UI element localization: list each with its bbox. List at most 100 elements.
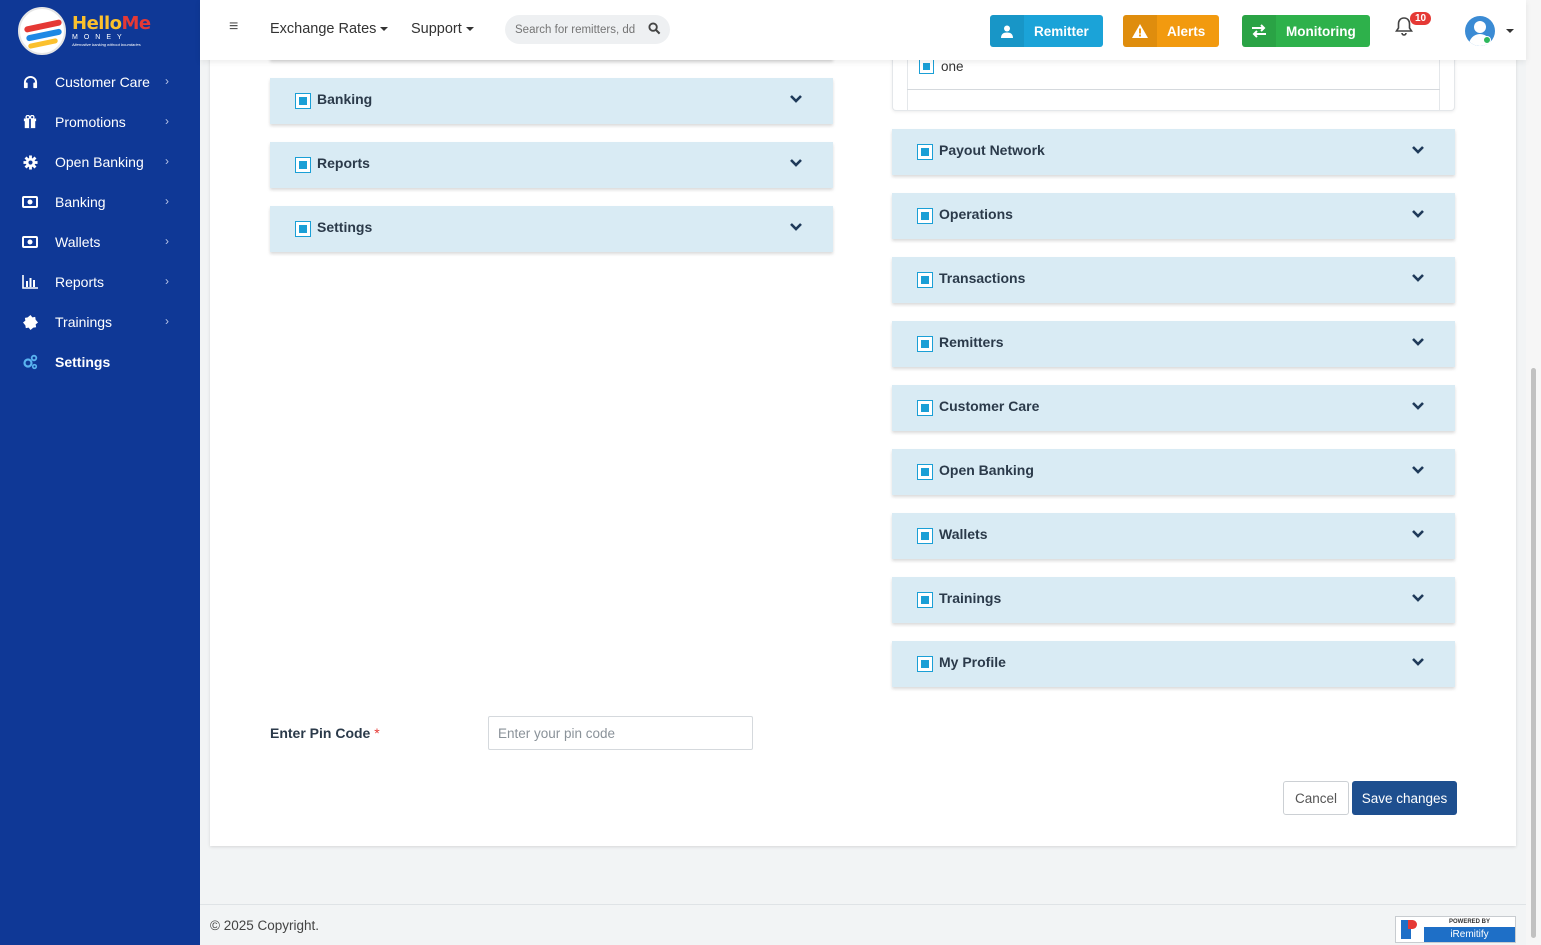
user-icon — [990, 15, 1024, 47]
brand-name-part1: Hello — [72, 13, 122, 34]
sidebar-item-settings[interactable]: Settings — [0, 342, 200, 382]
chevron-down-icon — [790, 159, 802, 167]
sidebar-item-banking[interactable]: Banking › — [0, 182, 200, 222]
caret-down-icon — [465, 27, 474, 32]
panel-banking[interactable]: Banking — [270, 78, 833, 124]
remitter-label: Remitter — [1034, 23, 1089, 39]
chevron-down-icon — [1412, 658, 1424, 666]
permissions-card: Banking Reports Settings one Payout Netw… — [210, 0, 1516, 846]
powered-by-name: iRemitify — [1424, 927, 1515, 942]
remitter-button[interactable]: Remitter — [990, 15, 1103, 47]
gears-icon — [22, 354, 38, 370]
checkbox-one[interactable] — [919, 59, 934, 74]
alerts-button[interactable]: Alerts — [1123, 15, 1220, 47]
panel-trainings[interactable]: Trainings — [892, 577, 1455, 623]
headset-icon — [22, 74, 38, 90]
sidebar-item-open-banking[interactable]: Open Banking › — [0, 142, 200, 182]
checkbox-indeterminate[interactable] — [917, 208, 933, 224]
save-changes-button[interactable]: Save changes — [1352, 781, 1457, 815]
sidebar-item-reports[interactable]: Reports › — [0, 262, 200, 302]
warning-icon — [1123, 15, 1157, 47]
chevron-down-icon — [1412, 402, 1424, 410]
sidebar-item-trainings[interactable]: Trainings › — [0, 302, 200, 342]
chevron-down-icon — [790, 95, 802, 103]
checkbox-indeterminate[interactable] — [295, 93, 311, 109]
checkbox-indeterminate[interactable] — [917, 464, 933, 480]
panel-open-banking[interactable]: Open Banking — [892, 449, 1455, 495]
menu-support[interactable]: Support — [411, 21, 474, 37]
caret-down-icon[interactable] — [1506, 29, 1514, 33]
brand-tagline: Alternative banking without boundaries — [72, 42, 141, 47]
checkbox-indeterminate[interactable] — [295, 221, 311, 237]
checkbox-indeterminate[interactable] — [917, 336, 933, 352]
divider — [907, 89, 1440, 90]
brand-logo[interactable]: HelloMe MONEY Alternative banking withou… — [0, 0, 200, 62]
chevron-down-icon — [1412, 594, 1424, 602]
sidebar-item-promotions[interactable]: Promotions › — [0, 102, 200, 142]
sidebar-item-label: Settings — [55, 354, 111, 370]
checkbox-indeterminate[interactable] — [917, 528, 933, 544]
chevron-right-icon: › — [165, 114, 169, 128]
brand-sub: MONEY — [72, 34, 128, 41]
panel-title: Wallets — [939, 526, 988, 542]
checkbox-indeterminate[interactable] — [917, 144, 933, 160]
sidebar-item-label: Customer Care — [55, 74, 150, 90]
chevron-right-icon: › — [165, 314, 169, 328]
chevron-down-icon — [1412, 530, 1424, 538]
chevron-right-icon: › — [165, 154, 169, 168]
panel-payout-network[interactable]: Payout Network — [892, 129, 1455, 175]
money-icon — [22, 234, 38, 250]
pin-code-input[interactable] — [488, 716, 753, 750]
search-icon[interactable] — [648, 22, 661, 35]
monitoring-button[interactable]: Monitoring — [1242, 15, 1370, 47]
sidebar-item-label: Trainings — [55, 314, 113, 330]
panel-my-profile[interactable]: My Profile — [892, 641, 1455, 687]
checkbox-label: one — [941, 59, 964, 74]
panel-title: Transactions — [939, 270, 1026, 286]
money-icon — [22, 194, 38, 210]
checkbox-indeterminate[interactable] — [917, 592, 933, 608]
bar-chart-icon — [22, 274, 38, 290]
panel-title: Settings — [317, 219, 373, 235]
logo-mark-icon — [18, 7, 66, 55]
caret-down-icon — [380, 27, 389, 32]
chevron-right-icon: › — [165, 74, 169, 88]
brand-name-part2: Me — [121, 13, 151, 34]
checkbox-indeterminate[interactable] — [295, 157, 311, 173]
sidebar-item-label: Banking — [55, 194, 106, 210]
panel-title: Payout Network — [939, 142, 1045, 158]
checkbox-indeterminate[interactable] — [917, 656, 933, 672]
cancel-button[interactable]: Cancel — [1283, 781, 1349, 815]
panel-title: Open Banking — [939, 462, 1034, 478]
panel-reports[interactable]: Reports — [270, 142, 833, 188]
pin-code-label: Enter Pin Code * — [270, 725, 380, 741]
sidebar-item-customer-care[interactable]: Customer Care › — [0, 62, 200, 102]
chevron-right-icon: › — [165, 274, 169, 288]
sidebar-item-wallets[interactable]: Wallets › — [0, 222, 200, 262]
checkbox-indeterminate[interactable] — [917, 400, 933, 416]
panel-customer-care[interactable]: Customer Care — [892, 385, 1455, 431]
panel-operations[interactable]: Operations — [892, 193, 1455, 239]
checkbox-indeterminate[interactable] — [917, 272, 933, 288]
alerts-label: Alerts — [1167, 23, 1206, 39]
powered-by-logo: POWERED BY iRemitify — [1395, 916, 1516, 943]
page-scrollbar[interactable] — [1526, 0, 1541, 945]
sidebar-item-label: Reports — [55, 274, 105, 290]
chevron-down-icon — [1412, 210, 1424, 218]
panel-transactions[interactable]: Transactions — [892, 257, 1455, 303]
panel-title: Banking — [317, 91, 373, 107]
panel-wallets[interactable]: Wallets — [892, 513, 1455, 559]
gear-icon — [22, 154, 38, 170]
online-status-dot — [1483, 36, 1491, 44]
hamburger-menu-icon[interactable]: ≡ — [229, 18, 238, 36]
menu-exchange-rates[interactable]: Exchange Rates — [270, 21, 389, 37]
exchange-icon — [1242, 15, 1276, 47]
panel-title: Remitters — [939, 334, 1004, 350]
panel-remitters[interactable]: Remitters — [892, 321, 1455, 367]
sidebar-nav: Customer Care › Promotions › Open Bankin… — [0, 62, 200, 382]
panel-settings[interactable]: Settings — [270, 206, 833, 252]
scrollbar-thumb[interactable] — [1531, 368, 1536, 938]
panel-title: My Profile — [939, 654, 1006, 670]
search-input[interactable] — [515, 23, 635, 36]
chevron-down-icon — [790, 223, 802, 231]
